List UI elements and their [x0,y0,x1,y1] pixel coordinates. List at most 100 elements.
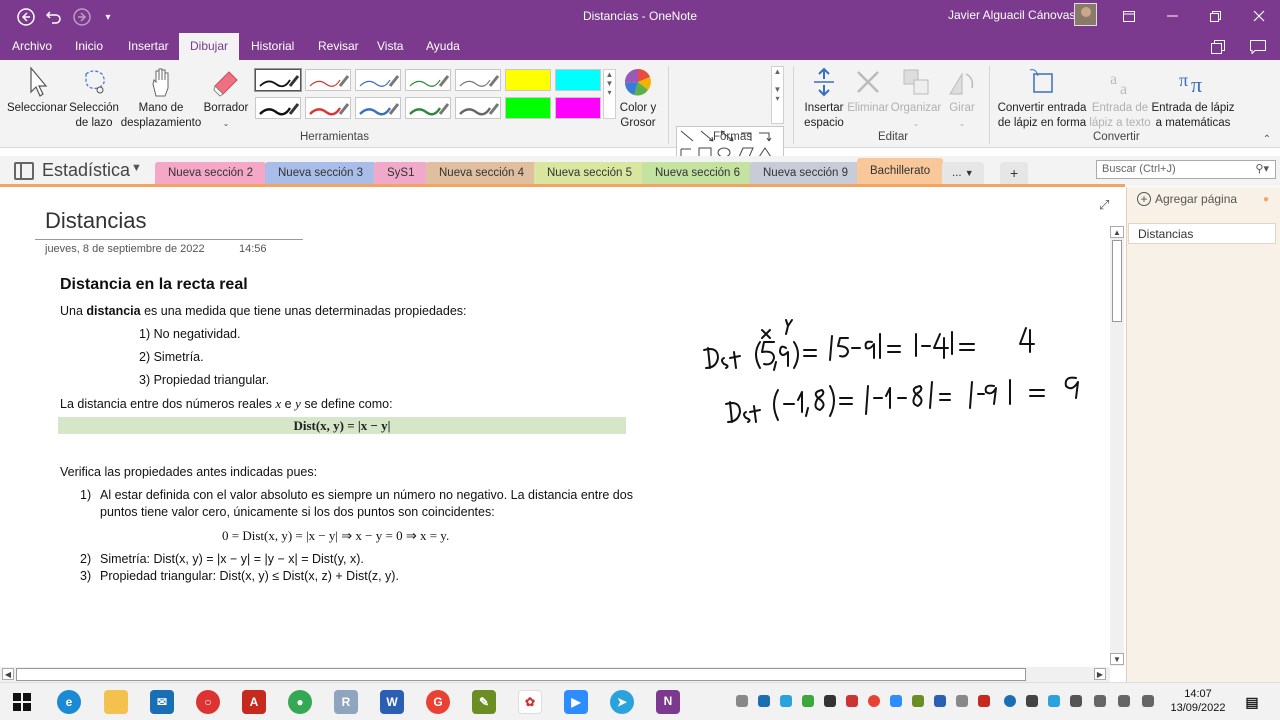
section-tab[interactable]: Nueva sección 9 [750,162,862,186]
notification-icon[interactable]: ▤ [1240,690,1264,714]
tab-historial[interactable]: Historial [251,39,294,53]
clock[interactable]: 14:07 13/09/2022 [1170,687,1226,715]
customize-toolbar-icon[interactable]: ▾ [98,7,118,27]
app-icon[interactable]: ✿ [518,690,542,714]
network-icon[interactable] [1026,695,1038,707]
pen-red-1[interactable] [305,69,351,91]
pen-blue-2[interactable] [355,97,401,119]
scroll-thumb[interactable] [1112,240,1122,322]
tray-icon[interactable] [824,695,836,707]
redo-icon[interactable] [72,7,92,27]
pen-blue-1[interactable] [355,69,401,91]
lasso-select-button[interactable]: Selección de lazo [67,66,121,131]
tray-icon[interactable] [956,695,968,707]
eraser-button[interactable]: Borrador ⌄ [201,66,251,131]
highlighter-magenta[interactable] [555,97,601,119]
handwritten-ink[interactable] [690,300,1090,440]
tab-archivo[interactable]: Archivo [12,39,52,53]
tab-insertar[interactable]: Insertar [128,39,169,53]
highlighter-green[interactable] [505,97,551,119]
section-tab-active[interactable]: Bachillerato [857,158,944,186]
expand-page-icon[interactable]: ⤢ [1099,197,1109,213]
close-icon[interactable] [1247,5,1271,27]
word-icon[interactable]: W [380,690,404,714]
definition-text[interactable]: La distancia entre dos números reales x … [60,396,393,412]
mail-icon[interactable]: ✉ [150,690,174,714]
tray-icon[interactable] [912,695,924,707]
pane-options-icon[interactable]: ● [1263,194,1269,205]
tab-revisar[interactable]: Revisar [318,39,359,53]
tab-dibujar[interactable]: Dibujar [179,33,240,60]
arrange-button[interactable]: Organizar ⌄ [889,66,943,131]
tab-ayuda[interactable]: Ayuda [426,39,460,53]
scroll-right-icon[interactable]: ▶ [1094,668,1106,680]
verify-text[interactable]: Verifica las propiedades antes indicadas… [60,465,317,479]
rotate-button[interactable]: Girar ⌄ [942,66,982,131]
user-name[interactable]: Javier Alguacil Cánovas [948,8,1075,22]
chrome-icon[interactable]: ● [288,690,312,714]
minimize-icon[interactable] [1160,5,1184,27]
pen-black-2[interactable] [255,97,301,119]
intro-text[interactable]: Una distancia es una medida que tiene un… [60,304,467,318]
scroll-left-icon[interactable]: ◀ [2,668,14,680]
pen-green-1[interactable] [405,69,451,91]
tray-icon[interactable] [1070,695,1082,707]
notebook-icon[interactable] [14,162,34,180]
ink-to-shape-button[interactable]: Convertir entrada de lápiz en forma [996,66,1088,131]
bluetooth-icon[interactable] [1004,695,1016,707]
section-tab[interactable]: Nueva sección 3 [265,162,377,186]
tab-inicio[interactable]: Inicio [75,39,103,53]
pen-green-2[interactable] [405,97,451,119]
section-tab[interactable]: Nueva sección 4 [426,162,538,186]
tray-icon[interactable] [868,695,880,707]
pen-gray-1[interactable] [455,69,501,91]
vertical-scrollbar[interactable]: ▲ ▼ [1110,226,1124,666]
file-explorer-icon[interactable] [104,690,128,714]
tray-icon[interactable] [802,695,814,707]
color-thickness-button[interactable]: Color y Grosor [614,66,662,131]
item1-line1[interactable]: Al estar definida con el valor absoluto … [100,488,633,502]
pan-button[interactable]: Mano de desplazamiento [119,66,203,131]
insert-space-button[interactable]: Insertar espacio [800,66,848,131]
maximize-icon[interactable] [1203,5,1227,27]
horizontal-scrollbar[interactable]: ◀ ▶ [0,667,1110,682]
notebook-name[interactable]: Estadística [42,160,130,181]
ink-to-text-button[interactable]: aa Entrada de lápiz a texto [1088,66,1152,131]
section-heading[interactable]: Distancia en la recta real [60,276,248,294]
property-item[interactable]: 3) Propiedad triangular. [139,373,269,387]
section-tab[interactable]: SyS1 [374,162,428,186]
select-button[interactable]: Seleccionar [6,66,68,116]
search-input[interactable]: Buscar (Ctrl+J) ⚲▾ [1096,160,1276,179]
property-item[interactable]: 1) No negatividad. [139,327,240,341]
tray-icon[interactable] [846,695,858,707]
section-tab[interactable]: Nueva sección 2 [155,162,267,186]
shapes-gallery-scroll[interactable]: ▲ ▼ ▾ [771,66,784,124]
tray-icon[interactable] [736,695,748,707]
section-tab[interactable]: Nueva sección 6 [642,162,754,186]
zoom-icon[interactable]: ▶ [564,690,588,714]
collapse-ribbon-icon[interactable]: ⌃ [1260,132,1274,147]
pen-icon[interactable] [1142,695,1154,707]
search-icon[interactable]: ⚲▾ [1255,162,1269,175]
tray-icon[interactable] [890,695,902,707]
avatar[interactable] [1074,3,1097,26]
tray-icon[interactable] [758,695,770,707]
tray-icon[interactable] [780,695,792,707]
pen-black-1[interactable] [254,68,302,92]
section-tab[interactable]: Nueva sección 5 [534,162,646,186]
tray-icon[interactable] [934,695,946,707]
undo-icon[interactable] [44,7,64,27]
item1-line2[interactable]: puntos tiene valor cero, únicamente si l… [100,505,495,519]
notebook-dropdown-icon[interactable]: ▼ [131,162,142,174]
item1-formula[interactable]: 0 = Dist(x, y) = |x − y| ⇒ x − y = 0 ⇒ x… [222,528,449,544]
page-list-item[interactable]: Distancias [1128,223,1276,244]
windows-start-icon[interactable] [10,690,34,714]
scroll-down-icon[interactable]: ▼ [1110,653,1124,665]
item3-text[interactable]: Propiedad triangular: Dist(x, y) ≤ Dist(… [100,569,399,583]
item2-text[interactable]: Simetría: Dist(x, y) = |x − y| = |y − x|… [100,552,364,566]
scroll-up-icon[interactable]: ▲ [1110,226,1124,238]
r-icon[interactable]: R [334,690,358,714]
delete-button[interactable]: Eliminar [845,66,891,116]
tray-icon[interactable] [978,695,990,707]
definition-formula[interactable]: Dist(x, y) = |x − y| [58,417,626,434]
